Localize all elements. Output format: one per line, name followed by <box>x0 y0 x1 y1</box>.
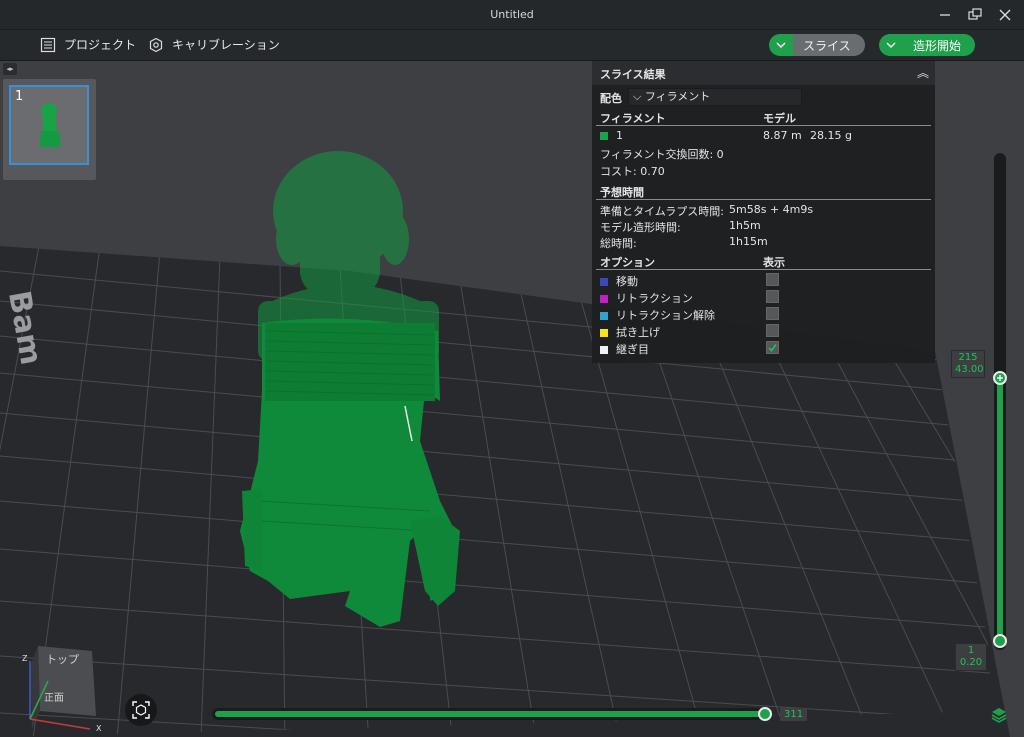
main-toolbar: プロジェクト キャリブレーション スライス 造形開始 <box>0 30 1024 61</box>
print-dropdown[interactable] <box>879 34 903 56</box>
move-slider-handle[interactable] <box>758 707 772 721</box>
slice-panel-header: スライス結果 ︽ <box>592 61 935 85</box>
x-axis-label: X <box>96 724 102 733</box>
total-time-label: 総時間: <box>600 237 637 250</box>
toggle-travel-checkbox[interactable] <box>766 273 779 286</box>
move-slider-range <box>215 711 765 717</box>
window-title: Untitled <box>490 8 534 21</box>
toggle-retraction-checkbox[interactable] <box>766 290 779 303</box>
slice-dropdown[interactable] <box>769 34 793 56</box>
plate-preview-image <box>39 103 61 147</box>
filament-header: フィラメント <box>600 112 666 125</box>
option-label: 移動 <box>616 275 638 288</box>
model-figure[interactable] <box>240 151 460 627</box>
filament-length: 8.87 m <box>763 129 802 142</box>
z-axis-label: Z <box>22 654 28 663</box>
layer-slider-range <box>997 372 1003 645</box>
slice-results-panel: スライス結果 ︽ 配色 ⌵ フィラメント フィラメント モデル 1 8.87 m… <box>592 61 935 363</box>
toggle-wipe-checkbox[interactable] <box>766 324 779 337</box>
bottom-layer-number: 1 <box>967 645 975 656</box>
filament-change-count: フィラメント交換回数: 0 <box>600 148 724 161</box>
bottom-layer-readout: 1 0.20 <box>955 643 987 671</box>
3d-viewport[interactable]: Bam トップ 正面 X Z ◂▸ 1 スライス結果 ︽ 配色 ⌵ フィラメント… <box>0 61 1024 737</box>
cost-value: コスト: 0.70 <box>600 165 665 178</box>
filament-swatch <box>600 132 608 140</box>
bottom-layer-height: 0.20 <box>959 657 983 668</box>
minimize-button[interactable] <box>934 4 956 26</box>
move-slider-value: 311 <box>780 708 808 721</box>
print-button[interactable]: 造形開始 <box>879 34 976 56</box>
divider <box>596 199 931 200</box>
plate-thumbnail[interactable]: 1 <box>9 85 89 165</box>
model-time-label: モデル造形時間: <box>600 221 681 234</box>
plate-list: 1 <box>3 79 96 180</box>
color-scheme-select[interactable]: ⌵ フィラメント <box>628 88 802 106</box>
display-header: 表示 <box>763 256 785 269</box>
legend-swatch <box>600 346 608 354</box>
prep-time-value: 5m58s + 4m9s <box>729 203 814 216</box>
camera-view-button[interactable] <box>125 694 157 726</box>
option-label: リトラクション解除 <box>616 309 715 322</box>
close-button[interactable] <box>994 4 1016 26</box>
list-icon <box>40 37 56 52</box>
toggle-deretraction-checkbox[interactable] <box>766 307 779 320</box>
divider <box>596 125 931 126</box>
slice-panel-title: スライス結果 <box>600 68 666 81</box>
restore-button[interactable] <box>964 4 986 26</box>
view-cube-front-label: 正面 <box>44 693 64 704</box>
toggle-seam-checkbox[interactable] <box>766 341 779 354</box>
filament-weight: 28.15 g <box>810 129 852 142</box>
option-deretraction: リトラクション解除 <box>600 307 715 323</box>
option-wipe: 拭き上げ <box>600 324 660 340</box>
project-menu[interactable]: プロジェクト <box>40 36 136 53</box>
layers-icon[interactable] <box>990 706 1008 724</box>
legend-swatch <box>600 278 608 286</box>
check-icon <box>768 344 777 352</box>
model-time-value: 1h5m <box>729 219 761 232</box>
slice-button[interactable]: スライス <box>769 34 865 56</box>
filament-row: 1 <box>600 129 623 142</box>
chevron-down-icon <box>776 42 786 48</box>
total-time-value: 1h15m <box>729 235 768 248</box>
chevron-down-icon: ⌵ <box>633 90 645 103</box>
option-label: 継ぎ目 <box>616 343 649 356</box>
print-label: 造形開始 <box>903 34 976 56</box>
chevron-down-icon <box>886 42 896 48</box>
option-retraction: リトラクション <box>600 290 693 306</box>
title-bar: Untitled <box>0 0 1024 30</box>
top-layer-number: 215 <box>958 352 978 363</box>
time-header: 予想時間 <box>600 186 644 199</box>
calibration-menu[interactable]: キャリブレーション <box>148 36 280 53</box>
legend-swatch <box>600 295 608 303</box>
divider <box>596 269 931 270</box>
top-layer-height: 43.00 <box>955 364 984 375</box>
legend-swatch <box>600 312 608 320</box>
legend-swatch <box>600 329 608 337</box>
calibration-label: キャリブレーション <box>172 38 280 52</box>
prep-time-label: 準備とタイムラプス時間: <box>600 205 724 218</box>
top-layer-readout: 215 43.00 <box>951 350 985 378</box>
plus-icon <box>997 375 1003 381</box>
color-scheme-value: フィラメント <box>644 90 711 103</box>
project-label: プロジェクト <box>64 38 137 52</box>
option-label: リトラクション <box>616 292 693 305</box>
layer-slider-bottom-handle[interactable] <box>993 634 1007 648</box>
calibration-icon <box>149 37 163 52</box>
slice-label: スライス <box>793 34 865 56</box>
option-seam: 継ぎ目 <box>600 341 649 357</box>
color-scheme-label: 配色 <box>600 92 622 105</box>
option-travel: 移動 <box>600 273 638 289</box>
layer-slider-top-handle[interactable] <box>993 371 1007 385</box>
option-header: オプション <box>600 256 655 269</box>
view-cube-top-label: トップ <box>46 653 79 666</box>
sidebar-toggle[interactable]: ◂▸ <box>3 63 17 75</box>
focus-cube-icon <box>132 701 150 719</box>
filament-id: 1 <box>616 129 623 142</box>
model-header: モデル <box>763 112 796 125</box>
option-label: 拭き上げ <box>616 326 660 339</box>
collapse-up-icon[interactable]: ︽ <box>917 64 929 81</box>
